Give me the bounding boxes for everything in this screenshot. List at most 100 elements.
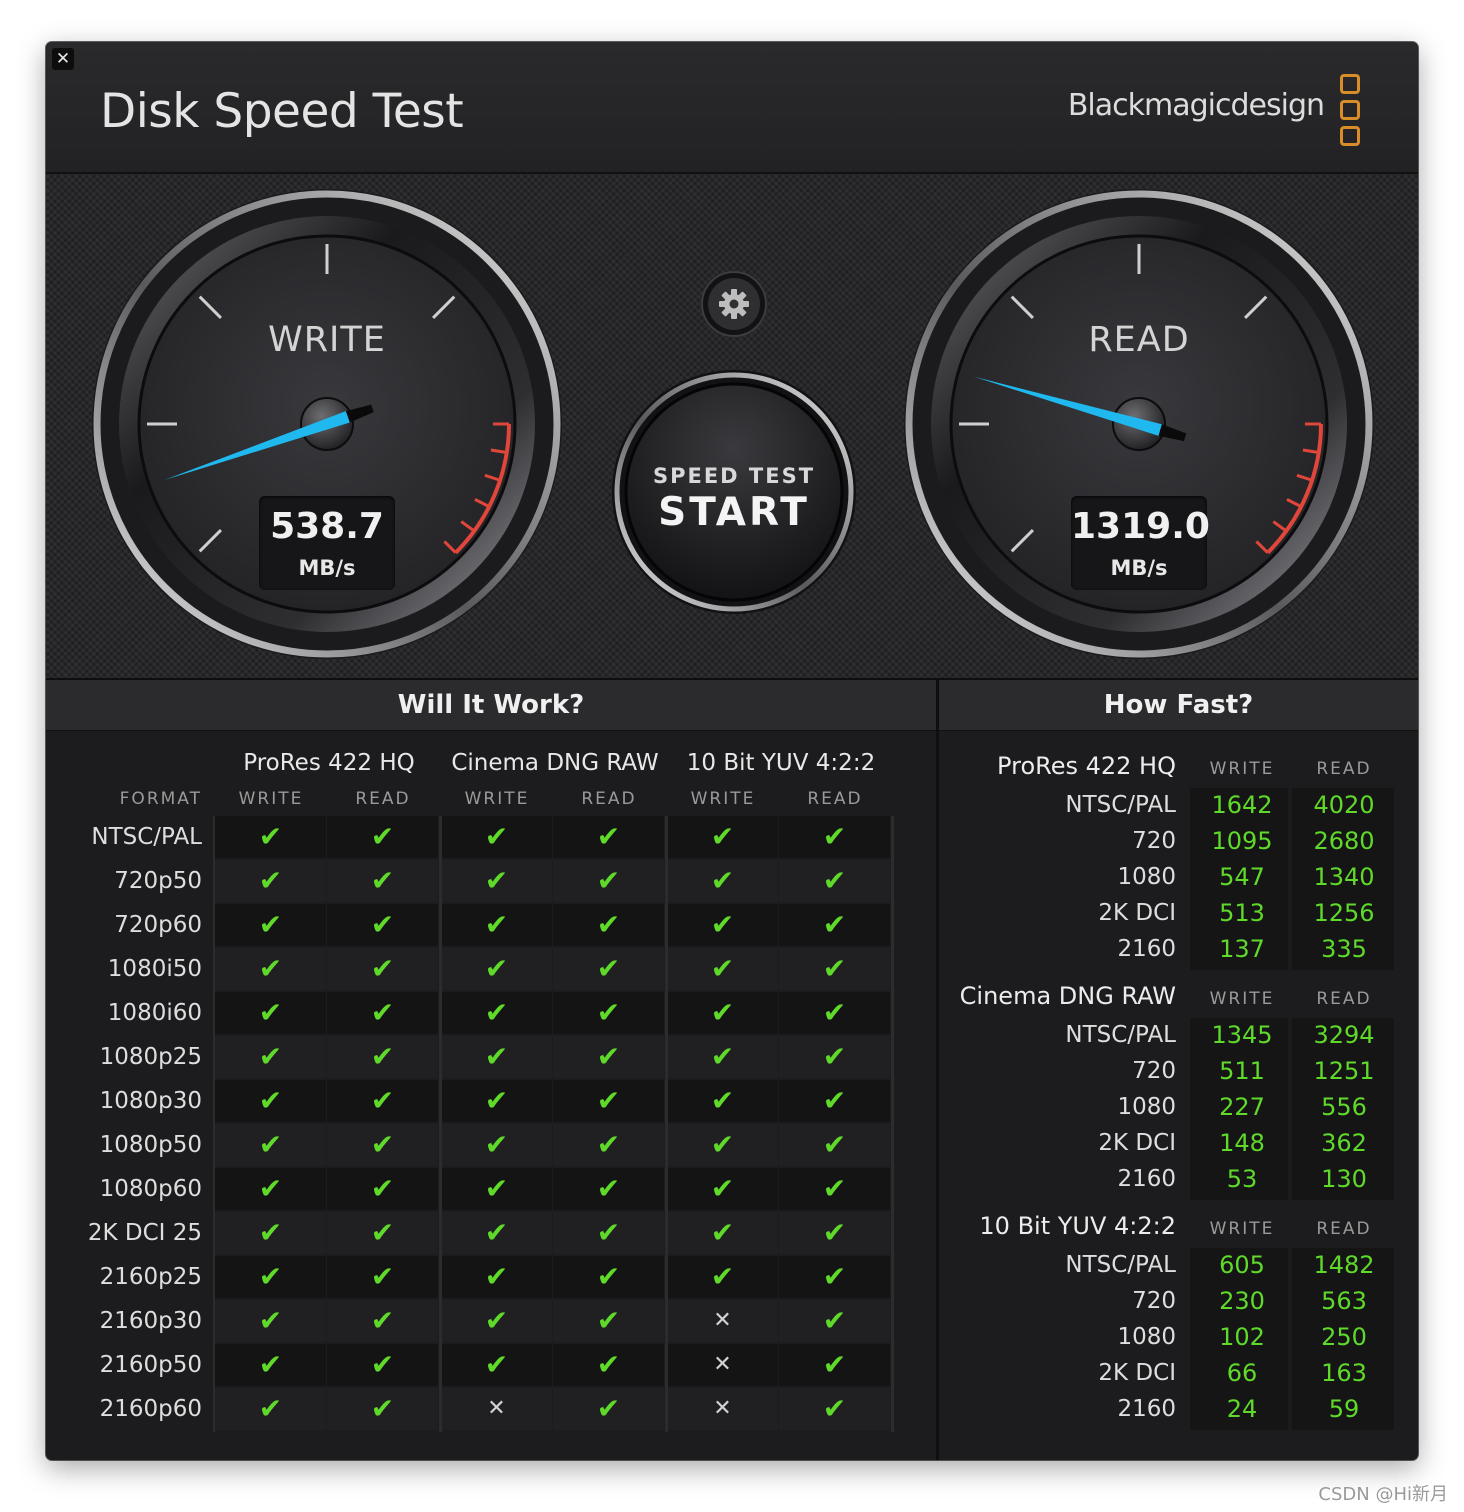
check-icon: ✔ <box>710 1260 735 1293</box>
check-icon: ✔ <box>370 1128 395 1161</box>
wiw-result-cell: ✔ <box>215 816 326 858</box>
read-readout: 1319.0 MB/s <box>1071 496 1210 590</box>
wiw-result-cell: ✔ <box>779 1300 890 1342</box>
check-icon: ✔ <box>258 1392 283 1425</box>
check-icon: ✔ <box>370 1392 395 1425</box>
check-icon: ✔ <box>596 1260 621 1293</box>
wiw-result-cell: ✔ <box>779 860 890 902</box>
settings-button[interactable] <box>701 271 767 337</box>
hf-read-value: 163 <box>1321 1359 1367 1387</box>
check-icon: ✔ <box>370 952 395 985</box>
check-icon: ✔ <box>596 908 621 941</box>
hf-write-value: 137 <box>1219 935 1265 963</box>
check-icon: ✔ <box>822 864 847 897</box>
wiw-read-header: READ <box>581 789 637 809</box>
wiw-group-title: ProRes 422 HQ <box>243 750 415 776</box>
hf-read-value: 3294 <box>1313 1021 1375 1049</box>
check-icon: ✔ <box>822 996 847 1029</box>
wiw-result-cell: ✔ <box>327 1168 438 1210</box>
hf-write-value: 148 <box>1219 1129 1265 1157</box>
check-icon: ✔ <box>822 1348 847 1381</box>
wiw-result-cell: ✔ <box>779 904 890 946</box>
wiw-result-cell: ✔ <box>441 1168 552 1210</box>
wiw-result-cell: ✔ <box>553 1388 664 1430</box>
check-icon: ✔ <box>596 1348 621 1381</box>
check-icon: ✔ <box>822 1260 847 1293</box>
hf-read-value: 4020 <box>1313 791 1375 819</box>
check-icon: ✔ <box>258 908 283 941</box>
wiw-result-cell: ✔ <box>553 1344 664 1386</box>
wiw-result-cell: ✔ <box>215 1256 326 1298</box>
wiw-format-label: 720p60 <box>114 912 202 938</box>
check-icon: ✔ <box>370 1304 395 1337</box>
cross-icon: ✕ <box>487 1396 506 1421</box>
wiw-result-cell: ✔ <box>779 1344 890 1386</box>
wiw-result-cell: ✔ <box>215 1300 326 1342</box>
check-icon: ✔ <box>822 1392 847 1425</box>
wiw-result-cell: ✕ <box>667 1388 778 1430</box>
wiw-result-cell: ✔ <box>441 904 552 946</box>
title-bar: ✕ Disk Speed Test Blackmagicdesign <box>46 42 1418 174</box>
hf-write-value: 102 <box>1219 1323 1265 1351</box>
wiw-result-cell: ✔ <box>553 1168 664 1210</box>
wiw-result-cell: ✔ <box>215 1080 326 1122</box>
hf-read-value: 563 <box>1321 1287 1367 1315</box>
wiw-result-cell: ✔ <box>779 1080 890 1122</box>
hf-write-header: WRITE <box>1209 1219 1275 1239</box>
wiw-format-label: 1080p25 <box>99 1044 202 1070</box>
brand-logo-icon <box>1340 74 1360 146</box>
wiw-format-label: 1080i60 <box>107 1000 202 1026</box>
check-icon: ✔ <box>484 820 509 853</box>
wiw-format-label: 2160p30 <box>99 1308 202 1334</box>
wiw-group-title: Cinema DNG RAW <box>451 750 659 776</box>
read-speed-unit: MB/s <box>1110 556 1168 580</box>
cross-icon: ✕ <box>713 1352 732 1377</box>
gear-icon <box>719 289 749 319</box>
hf-row-label: 2160 <box>1117 1166 1176 1192</box>
check-icon: ✔ <box>710 1040 735 1073</box>
wiw-result-cell: ✔ <box>215 948 326 990</box>
wiw-result-cell: ✔ <box>215 1388 326 1430</box>
wiw-result-cell: ✔ <box>327 816 438 858</box>
wiw-result-cell: ✔ <box>215 1124 326 1166</box>
wiw-result-cell: ✔ <box>441 860 552 902</box>
hf-read-header: READ <box>1316 989 1372 1009</box>
wiw-result-cell: ✔ <box>215 1168 326 1210</box>
check-icon: ✔ <box>822 1128 847 1161</box>
hf-group-title: 10 Bit YUV 4:2:2 <box>979 1212 1176 1240</box>
wiw-format-label: 1080i50 <box>107 956 202 982</box>
wiw-label-separator <box>213 816 215 1432</box>
wiw-result-cell: ✔ <box>553 948 664 990</box>
wiw-result-cell: ✕ <box>667 1344 778 1386</box>
wiw-result-cell: ✔ <box>327 1256 438 1298</box>
wiw-result-cell: ✔ <box>553 1212 664 1254</box>
wiw-format-label: 720p50 <box>114 868 202 894</box>
wiw-result-cell: ✔ <box>441 1300 552 1342</box>
wiw-result-cell: ✔ <box>553 992 664 1034</box>
wiw-format-header: FORMAT <box>119 789 202 809</box>
hf-read-value: 362 <box>1321 1129 1367 1157</box>
check-icon: ✔ <box>484 1040 509 1073</box>
hf-write-value: 1095 <box>1211 827 1273 855</box>
wiw-result-cell: ✔ <box>667 860 778 902</box>
check-icon: ✔ <box>370 820 395 853</box>
wiw-result-cell: ✔ <box>441 816 552 858</box>
wiw-result-cell: ✔ <box>441 948 552 990</box>
write-speed-unit: MB/s <box>298 556 356 580</box>
wiw-format-label: 2160p60 <box>99 1396 202 1422</box>
wiw-result-cell: ✔ <box>667 1256 778 1298</box>
check-icon: ✔ <box>258 1084 283 1117</box>
hf-read-value: 130 <box>1321 1165 1367 1193</box>
check-icon: ✔ <box>484 952 509 985</box>
wiw-result-cell: ✔ <box>667 1036 778 1078</box>
hf-row-label: 1080 <box>1117 1324 1176 1350</box>
check-icon: ✔ <box>370 908 395 941</box>
check-icon: ✔ <box>484 1128 509 1161</box>
hf-read-value: 2680 <box>1313 827 1375 855</box>
wiw-read-header: READ <box>355 789 411 809</box>
hf-write-value: 66 <box>1226 1359 1258 1387</box>
wiw-result-cell: ✔ <box>327 860 438 902</box>
hf-row-label: 1080 <box>1117 1094 1176 1120</box>
close-button[interactable]: ✕ <box>52 48 74 70</box>
hf-row-label: 720 <box>1132 828 1176 854</box>
